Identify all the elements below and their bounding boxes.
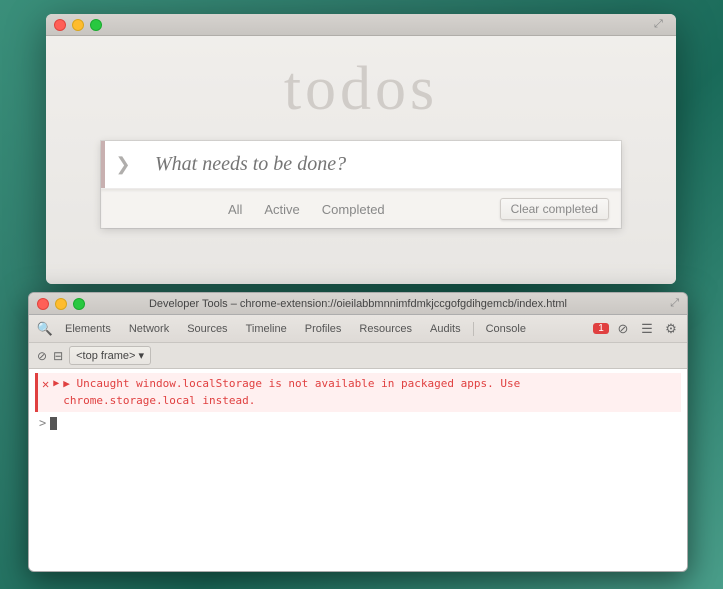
todo-container: ❯ All Active Completed Clear completed — [101, 141, 621, 228]
error-count-badge: 1 — [593, 323, 609, 334]
close-button[interactable] — [54, 19, 66, 31]
filter-tabs: All Active Completed — [113, 199, 500, 220]
filter-funnel-icon[interactable]: ⊟ — [53, 349, 63, 363]
console-error-message: ▶ Uncaught window.localStorage is not av… — [63, 376, 520, 409]
maximize-button[interactable] — [90, 19, 102, 31]
devtools-expand-icon[interactable]: ⤢ — [670, 297, 679, 310]
tab-sources[interactable]: Sources — [179, 320, 235, 338]
tab-elements[interactable]: Elements — [57, 320, 119, 338]
expand-error-icon[interactable]: ▶ — [53, 378, 59, 389]
devtools-title: Developer Tools – chrome-extension://oie… — [149, 298, 567, 310]
todo-input[interactable] — [145, 141, 621, 188]
error-icon: ✕ — [42, 377, 49, 391]
console-cursor-row: > — [35, 414, 681, 432]
tab-console[interactable]: Console — [478, 320, 534, 338]
tab-profiles[interactable]: Profiles — [297, 320, 350, 338]
console-cursor — [50, 417, 57, 430]
devtools-close-button[interactable] — [37, 298, 49, 310]
console-prompt: > — [39, 416, 46, 430]
minimize-button[interactable] — [72, 19, 84, 31]
devtools-toolbar-right: 1 ⊘ ☰ ⚙ — [593, 319, 681, 339]
devtools-toolbar: 🔍 Elements Network Sources Timeline Prof… — [29, 315, 687, 343]
filter-icon[interactable]: ⊘ — [613, 319, 633, 339]
search-icon[interactable]: 🔍 — [35, 319, 55, 339]
tab-network[interactable]: Network — [121, 320, 177, 338]
settings-icon[interactable]: ⚙ — [661, 319, 681, 339]
tab-timeline[interactable]: Timeline — [238, 320, 295, 338]
tab-completed[interactable]: Completed — [313, 199, 394, 220]
todo-footer: All Active Completed Clear completed — [101, 189, 621, 228]
devtools-maximize-button[interactable] — [73, 298, 85, 310]
error-line-1: ▶ Uncaught window.localStorage is not av… — [63, 376, 520, 393]
app-title: todos — [284, 54, 438, 125]
error-line-2: chrome.storage.local instead. — [63, 393, 520, 410]
devtools-minimize-button[interactable] — [55, 298, 67, 310]
console-error-row: ✕ ▶ ▶ Uncaught window.localStorage is no… — [35, 373, 681, 412]
tab-audits[interactable]: Audits — [422, 320, 469, 338]
block-icon[interactable]: ⊘ — [37, 349, 47, 363]
input-area: ❯ — [101, 141, 621, 189]
devtools-traffic-lights — [37, 298, 85, 310]
browser-titlebar: ⤢ — [46, 14, 676, 36]
chevron-down-icon: ▾ — [138, 349, 144, 362]
tab-active[interactable]: Active — [255, 199, 308, 220]
expand-icon[interactable]: ⤢ — [654, 18, 668, 32]
devtools-window: Developer Tools – chrome-extension://oie… — [28, 292, 688, 572]
frame-selector[interactable]: <top frame> ▾ — [69, 346, 151, 365]
frame-selector-label: <top frame> — [76, 350, 135, 362]
traffic-lights — [54, 19, 102, 31]
browser-window: ⤢ todos ❯ All Active Completed Clear com… — [46, 14, 676, 284]
tab-resources[interactable]: Resources — [351, 320, 420, 338]
devtools-console: ✕ ▶ ▶ Uncaught window.localStorage is no… — [29, 369, 687, 571]
devtools-subbar: ⊘ ⊟ <top frame> ▾ — [29, 343, 687, 369]
chevron-down-icon[interactable]: ❯ — [101, 142, 145, 188]
clear-completed-button[interactable]: Clear completed — [500, 198, 609, 220]
tab-all[interactable]: All — [219, 199, 251, 220]
tab-divider — [473, 322, 474, 336]
devtools-titlebar: Developer Tools – chrome-extension://oie… — [29, 293, 687, 315]
stack-icon[interactable]: ☰ — [637, 319, 657, 339]
browser-content: todos ❯ All Active Completed Clear compl… — [46, 36, 676, 284]
